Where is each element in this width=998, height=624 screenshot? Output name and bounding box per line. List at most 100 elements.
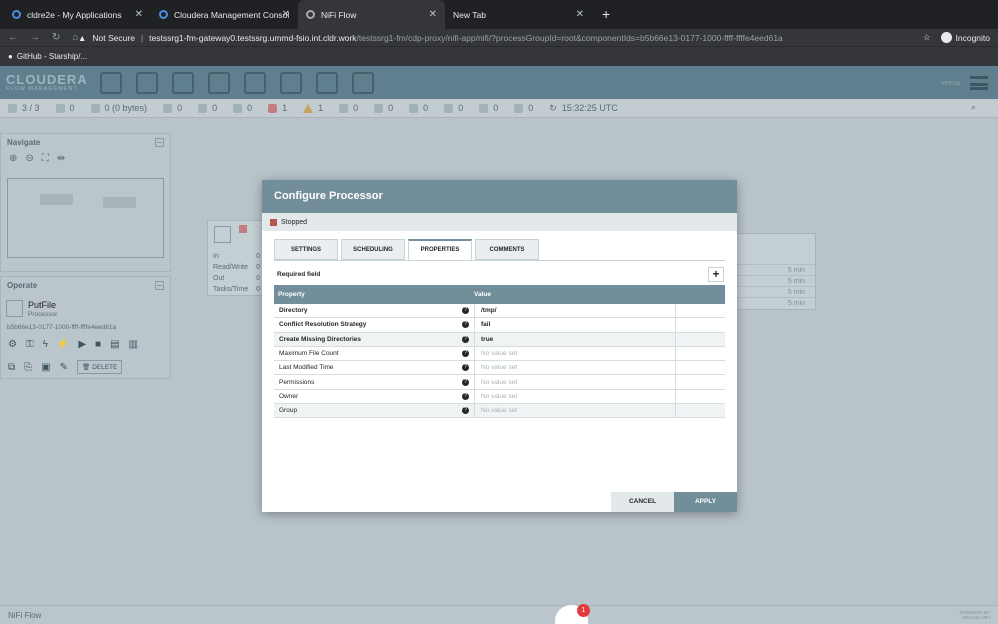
url-field[interactable]: ▲ Not Secure | testssrg1-fm-gateway0.tes… bbox=[78, 29, 923, 46]
close-icon[interactable]: ✕ bbox=[135, 9, 143, 20]
property-name: Maximum File Count bbox=[279, 350, 339, 358]
stat-value: 0 bbox=[256, 286, 260, 293]
zoom-out-icon[interactable]: ⊖ bbox=[25, 153, 33, 164]
star-icon[interactable]: ☆ bbox=[923, 32, 941, 43]
disable-icon[interactable]: ⚡ bbox=[57, 339, 69, 350]
apply-button[interactable]: APPLY bbox=[674, 492, 737, 512]
new-tab-icon[interactable]: + bbox=[592, 0, 620, 29]
process-group-icon[interactable] bbox=[208, 71, 230, 94]
table-row[interactable]: Maximum File Count? No value set bbox=[274, 346, 725, 362]
table-row[interactable]: Directory? /tmp/ bbox=[274, 304, 725, 319]
stop-icon[interactable]: ■ bbox=[95, 339, 101, 350]
help-icon[interactable]: ? bbox=[462, 335, 469, 343]
operate-component-name: PutFile bbox=[28, 300, 57, 310]
fit-icon[interactable]: ⛶ bbox=[42, 153, 49, 164]
copy-icon[interactable]: ⧉ bbox=[8, 362, 15, 373]
transmitting-icon bbox=[163, 103, 173, 113]
create-template-icon[interactable]: ▤ bbox=[110, 339, 119, 350]
actual-size-icon[interactable]: ⇹ bbox=[57, 153, 65, 164]
remote-process-group-icon[interactable] bbox=[244, 71, 266, 94]
property-value[interactable]: No value set bbox=[474, 361, 675, 375]
group-icon[interactable]: ▣ bbox=[41, 362, 50, 373]
bookmark-item[interactable]: GitHub - Starship/... bbox=[17, 52, 87, 61]
birdseye-component bbox=[40, 194, 73, 205]
incognito-indicator[interactable]: Incognito bbox=[940, 32, 998, 43]
property-value[interactable]: No value set bbox=[474, 404, 675, 418]
configure-icon[interactable]: ⚙ bbox=[8, 339, 17, 350]
search-icon[interactable]: ⌕ bbox=[971, 102, 976, 113]
property-value[interactable]: true bbox=[474, 332, 675, 346]
stat-row: 5 min bbox=[737, 286, 815, 297]
disabled-icon bbox=[339, 103, 349, 113]
property-value[interactable]: No value set bbox=[474, 389, 675, 404]
browser-tab[interactable]: New Tab ✕ bbox=[445, 0, 592, 29]
label-icon[interactable] bbox=[352, 71, 374, 94]
close-icon[interactable]: ✕ bbox=[429, 9, 437, 20]
cancel-button[interactable]: CANCEL bbox=[611, 492, 674, 512]
browser-tab-active[interactable]: NiFi Flow ✕ bbox=[298, 0, 445, 29]
access-policies-icon[interactable]: ⚿ bbox=[26, 339, 34, 350]
processor-icon[interactable] bbox=[100, 71, 122, 94]
input-port-icon[interactable] bbox=[136, 71, 158, 94]
collapse-icon[interactable] bbox=[155, 281, 164, 290]
reload-icon[interactable]: ↻ bbox=[52, 32, 60, 43]
help-icon[interactable]: ? bbox=[462, 364, 469, 372]
processor-node-2[interactable]: 5 min 5 min 5 min 5 min bbox=[736, 233, 816, 310]
output-port-icon[interactable] bbox=[172, 71, 194, 94]
add-property-button[interactable]: + bbox=[708, 267, 724, 282]
help-icon[interactable]: ? bbox=[462, 321, 469, 329]
start-icon[interactable]: ▶ bbox=[78, 339, 86, 350]
incognito-label: Incognito bbox=[955, 32, 991, 43]
property-value[interactable]: No value set bbox=[474, 346, 675, 361]
not-transmitting-icon bbox=[198, 103, 208, 113]
property-value[interactable]: No value set bbox=[474, 375, 675, 389]
help-icon[interactable]: ? bbox=[462, 378, 469, 386]
component-toolbar bbox=[92, 71, 374, 94]
threads-icon bbox=[55, 103, 65, 113]
table-row[interactable]: Group? No value set bbox=[274, 404, 725, 419]
tab-title: cldre2e - My Applications bbox=[27, 9, 122, 20]
help-icon[interactable]: ? bbox=[462, 307, 469, 315]
enable-icon[interactable]: ϟ bbox=[43, 339, 48, 350]
property-value[interactable]: fail bbox=[474, 318, 675, 332]
help-icon[interactable]: ? bbox=[462, 407, 469, 415]
funnel-icon[interactable] bbox=[280, 71, 302, 94]
birdseye-view[interactable] bbox=[7, 178, 164, 258]
template-icon[interactable] bbox=[316, 71, 338, 94]
table-row[interactable]: Conflict Resolution Strategy? fail bbox=[274, 318, 725, 333]
required-field-label: Required field bbox=[277, 271, 321, 278]
table-row[interactable]: Permissions? No value set bbox=[274, 375, 725, 390]
forward-icon[interactable]: → bbox=[30, 32, 40, 43]
menu-icon[interactable] bbox=[970, 76, 988, 90]
browser-tab[interactable]: cldre2e - My Applications ✕ bbox=[4, 0, 151, 29]
property-value[interactable]: /tmp/ bbox=[474, 304, 675, 318]
operate-title: Operate bbox=[7, 281, 38, 290]
tab-settings[interactable]: SETTINGS bbox=[274, 239, 338, 260]
collapse-icon[interactable] bbox=[155, 138, 164, 147]
refresh-icon[interactable]: ↻ bbox=[549, 103, 557, 114]
browser-tab[interactable]: Cloudera Management Consol ✕ bbox=[151, 0, 298, 29]
table-row[interactable]: Last Modified Time? No value set bbox=[274, 361, 725, 376]
tab-scheduling[interactable]: SCHEDULING bbox=[341, 239, 405, 260]
paste-icon[interactable]: ⎘ bbox=[24, 362, 32, 373]
help-icon[interactable]: ? bbox=[462, 392, 469, 400]
zoom-in-icon[interactable]: ⊕ bbox=[9, 153, 17, 164]
back-icon[interactable]: ← bbox=[8, 32, 18, 43]
processor-state: Stopped bbox=[262, 213, 737, 231]
sync-failure-count: 0 bbox=[528, 103, 534, 113]
upload-template-icon[interactable]: ▥ bbox=[129, 339, 138, 350]
slack-icon[interactable]: 1 bbox=[555, 604, 590, 624]
table-row[interactable]: Owner? No value set bbox=[274, 389, 725, 405]
close-icon[interactable]: ✕ bbox=[576, 9, 584, 20]
table-row[interactable]: Create Missing Directories? true bbox=[274, 332, 725, 347]
tab-comments[interactable]: COMMENTS bbox=[475, 239, 539, 260]
queued-data: 0 (0 bytes) bbox=[104, 103, 148, 113]
tab-properties[interactable]: PROPERTIES bbox=[408, 239, 472, 260]
color-icon[interactable]: ✎ bbox=[60, 362, 68, 373]
close-icon[interactable]: ✕ bbox=[282, 9, 290, 20]
help-icon[interactable]: ? bbox=[462, 350, 469, 358]
delete-button[interactable]: 🗑 DELETE bbox=[76, 360, 123, 374]
breadcrumb[interactable]: NiFi Flow bbox=[8, 611, 41, 620]
processor-node[interactable]: In 0 Read/Write 0 Out 0 Tasks/Time 0 bbox=[207, 220, 265, 296]
current-user[interactable]: veena bbox=[941, 80, 960, 87]
